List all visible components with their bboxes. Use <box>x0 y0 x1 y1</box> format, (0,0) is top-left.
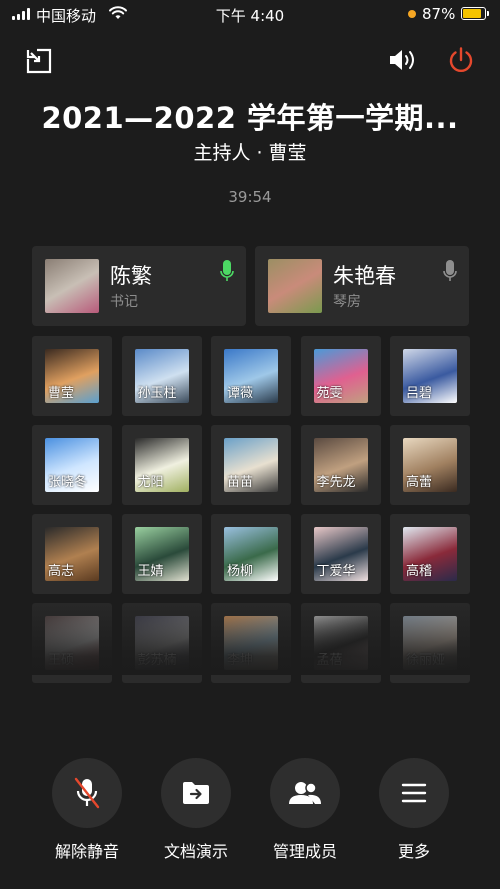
avatar: 谭薇 <box>224 349 278 403</box>
participant-tile[interactable]: 尤阳 <box>121 425 202 505</box>
avatar: 丁爱华 <box>313 527 368 581</box>
participant-name: 李先龙 <box>316 475 356 490</box>
participant-subtitle: 琴房 <box>333 294 361 310</box>
participant-tile[interactable]: 曹莹 <box>32 336 112 416</box>
avatar: 杨柳 <box>224 527 278 581</box>
mic-muted-icon <box>74 777 100 809</box>
speaker-icon[interactable] <box>388 47 420 73</box>
avatar: 王婧 <box>134 527 189 581</box>
unmute-label: 解除静音 <box>54 842 119 861</box>
participant-name: 曹莹 <box>48 386 75 401</box>
participant-tile[interactable]: 吕碧 <box>390 336 470 416</box>
avatar: 吕碧 <box>403 349 457 403</box>
avatar: 高稽 <box>403 527 457 581</box>
share-document-label: 文档演示 <box>163 842 228 861</box>
participant-tile[interactable]: 高稽 <box>390 514 470 594</box>
participant-name: 王婧 <box>137 564 164 579</box>
participant-name: 陈繁 <box>110 264 152 288</box>
participant-name: 苗苗 <box>227 475 254 490</box>
participant-name: 高志 <box>48 564 75 579</box>
avatar <box>45 259 99 313</box>
more-button[interactable]: 更多 <box>379 758 449 861</box>
share-document-button[interactable]: 文档演示 <box>161 758 231 861</box>
participant-tile[interactable]: 王婧 <box>121 514 202 594</box>
members-icon <box>289 782 321 804</box>
participant-tile[interactable]: 高蕾 <box>390 425 470 505</box>
participant-name: 谭薇 <box>227 386 254 401</box>
participant-name: 高蕾 <box>406 475 433 490</box>
unmute-button[interactable]: 解除静音 <box>52 758 122 861</box>
participant-subtitle: 书记 <box>110 294 138 310</box>
participant-tile[interactable]: 谭薇 <box>211 336 291 416</box>
avatar: 苑雯 <box>313 349 368 403</box>
avatar: 张晓冬 <box>45 438 99 492</box>
meeting-timer: 39:54 <box>228 188 272 206</box>
minimize-window-icon[interactable] <box>26 48 52 74</box>
battery-percent: 87% <box>422 5 456 23</box>
participant-name: 高稽 <box>406 564 433 579</box>
avatar: 高志 <box>45 527 99 581</box>
participant-name: 朱艳春 <box>333 264 396 288</box>
participant-name: 杨柳 <box>227 564 254 579</box>
scroll-fade <box>0 600 500 675</box>
battery-icon <box>461 7 489 20</box>
mic-icon <box>443 260 457 281</box>
mic-active-icon <box>220 260 234 281</box>
avatar: 曹莹 <box>45 349 99 403</box>
participant-tile[interactable]: 李先龙 <box>300 425 381 505</box>
avatar: 孙玉柱 <box>134 349 189 403</box>
recording-dot <box>408 10 416 18</box>
participant-name: 丁爱华 <box>316 564 356 579</box>
participant-tile[interactable]: 张晓冬 <box>32 425 112 505</box>
more-label: 更多 <box>397 842 430 861</box>
avatar: 尤阳 <box>134 438 189 492</box>
participant-name: 吕碧 <box>406 386 433 401</box>
folder-share-icon <box>183 782 209 804</box>
featured-participant[interactable]: 朱艳春 琴房 <box>255 246 469 326</box>
participant-tile[interactable]: 高志 <box>32 514 112 594</box>
status-bar: 中国移动 下午 4:40 87% <box>0 0 500 28</box>
participant-name: 张晓冬 <box>48 475 88 490</box>
participant-tile[interactable]: 孙玉柱 <box>121 336 202 416</box>
avatar: 李先龙 <box>313 438 368 492</box>
featured-participant[interactable]: 陈繁 书记 <box>32 246 246 326</box>
participant-name: 尤阳 <box>137 475 164 490</box>
participant-name: 孙玉柱 <box>137 386 177 401</box>
avatar <box>268 259 322 313</box>
participant-tile[interactable]: 杨柳 <box>211 514 291 594</box>
power-icon[interactable] <box>447 46 475 74</box>
avatar: 苗苗 <box>224 438 278 492</box>
participant-tile[interactable]: 苗苗 <box>211 425 291 505</box>
avatar: 高蕾 <box>403 438 457 492</box>
participant-name: 苑雯 <box>316 386 343 401</box>
menu-icon <box>401 783 427 803</box>
participant-tile[interactable]: 丁爱华 <box>300 514 381 594</box>
participant-tile[interactable]: 苑雯 <box>300 336 381 416</box>
meeting-title: 2021—2022 学年第一学期... <box>41 101 459 135</box>
manage-members-button[interactable]: 管理成员 <box>270 758 340 861</box>
manage-members-label: 管理成员 <box>272 842 337 861</box>
meeting-host: 主持人 · 曹莹 <box>193 142 307 164</box>
